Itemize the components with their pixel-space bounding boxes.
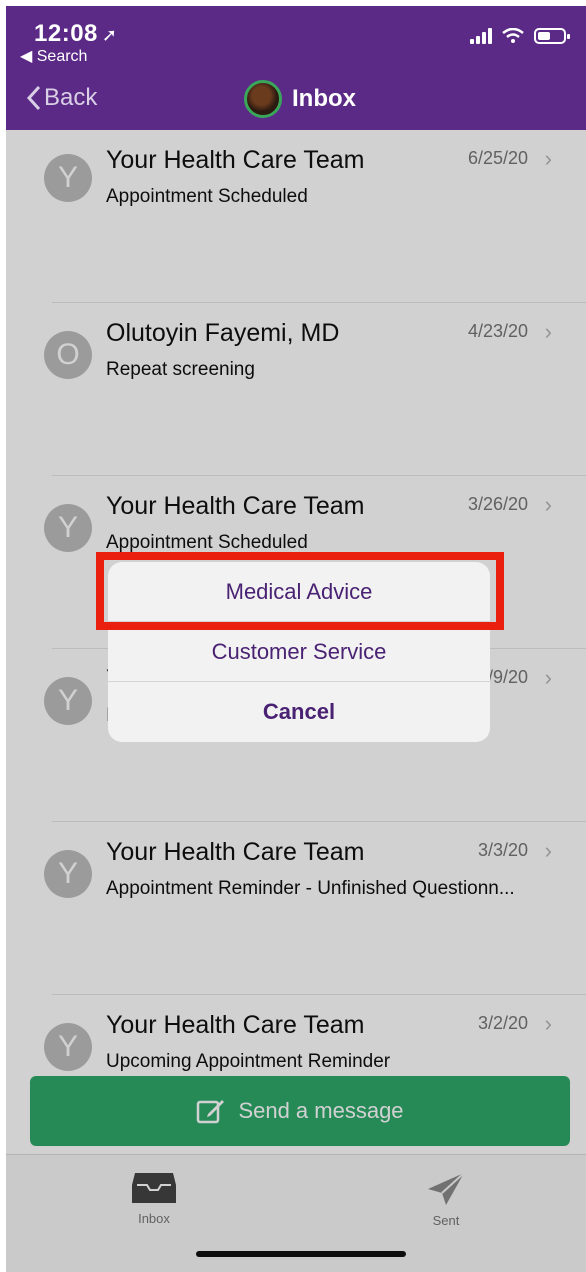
back-label: Back bbox=[44, 84, 98, 111]
highlight-box bbox=[96, 552, 504, 630]
battery-icon bbox=[534, 28, 570, 44]
back-button[interactable]: Back bbox=[26, 84, 97, 112]
location-arrow-icon: ➚ bbox=[101, 25, 118, 45]
status-time: 12:08 ➚ bbox=[34, 20, 117, 48]
signal-icon bbox=[470, 28, 492, 44]
status-indicators bbox=[470, 28, 570, 44]
back-to-search-link[interactable]: ◀ Search bbox=[20, 46, 87, 66]
user-avatar[interactable] bbox=[244, 80, 282, 118]
app-screen: 12:08 ➚ ◀ Search Back Inbox Y Your Healt… bbox=[6, 6, 586, 1272]
page-title: Inbox bbox=[292, 85, 356, 112]
chevron-left-icon bbox=[26, 85, 41, 111]
nav-title: Inbox bbox=[244, 80, 356, 118]
header: 12:08 ➚ ◀ Search Back Inbox bbox=[6, 6, 586, 130]
wifi-icon bbox=[502, 28, 524, 43]
cancel-button[interactable]: Cancel bbox=[108, 682, 490, 742]
customer-service-option[interactable]: Customer Service bbox=[108, 622, 490, 682]
clock-text: 12:08 bbox=[34, 20, 98, 47]
